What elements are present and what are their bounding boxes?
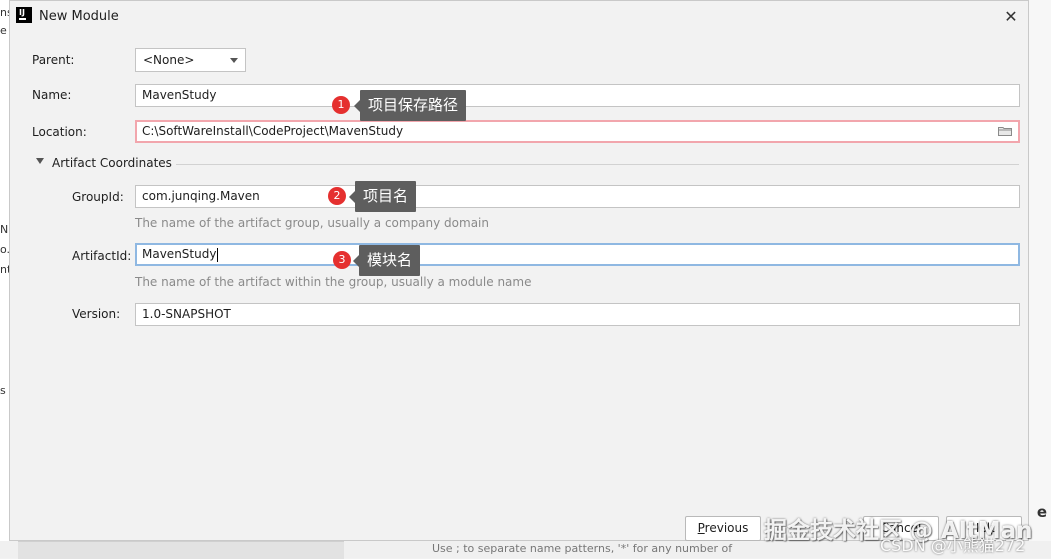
dialog-title: New Module bbox=[39, 9, 119, 24]
annotation-tooltip-1: 项目保存路径 bbox=[353, 90, 467, 121]
intellij-icon-text: IJ bbox=[19, 8, 25, 17]
bg-fragment: e bbox=[1036, 503, 1047, 521]
parent-select[interactable]: <None> bbox=[135, 48, 246, 72]
name-label: Name: bbox=[32, 88, 72, 102]
bg-fragment: s bbox=[0, 384, 6, 397]
collapse-triangle-icon[interactable] bbox=[36, 158, 44, 164]
bg-fragment: e bbox=[0, 24, 7, 37]
intellij-icon: IJ bbox=[16, 7, 32, 23]
groupid-field-value: com.junqing.Maven bbox=[142, 189, 260, 203]
annotation-badge-3: 3 bbox=[333, 251, 351, 269]
annotation-badge-1: 1 bbox=[332, 96, 350, 114]
artifact-coordinates-section[interactable]: Artifact Coordinates bbox=[52, 156, 172, 170]
title-bar[interactable]: IJ New Module ✕ bbox=[10, 1, 1028, 33]
bg-tab-fragment bbox=[18, 541, 344, 559]
previous-label: revious bbox=[704, 521, 749, 535]
previous-mnemonic: P bbox=[697, 521, 705, 535]
location-field-value: C:\SoftWareInstall\CodeProject\MavenStud… bbox=[142, 124, 404, 138]
parent-label: Parent: bbox=[32, 53, 75, 67]
parent-select-value: <None> bbox=[143, 53, 195, 67]
close-button[interactable]: ✕ bbox=[1000, 6, 1022, 28]
section-divider bbox=[176, 164, 1019, 165]
bg-hint-text: Use ; to separate name patterns, '*' for… bbox=[432, 542, 733, 555]
artifactid-hint: The name of the artifact within the grou… bbox=[135, 275, 532, 289]
previous-button[interactable]: Previous bbox=[685, 516, 761, 541]
background-ide-right-panel: e bbox=[1028, 0, 1051, 558]
artifactid-label: ArtifactId: bbox=[72, 249, 132, 263]
folder-icon[interactable] bbox=[998, 126, 1012, 136]
bg-fragment: N bbox=[0, 223, 9, 236]
version-field-value: 1.0-SNAPSHOT bbox=[142, 307, 231, 321]
text-caret bbox=[217, 247, 219, 262]
watermark-secondary: CSDN @小熊猫272 bbox=[880, 536, 1026, 555]
version-field[interactable]: 1.0-SNAPSHOT bbox=[135, 303, 1020, 326]
groupid-field[interactable]: com.junqing.Maven bbox=[135, 185, 1020, 208]
chevron-down-icon bbox=[230, 58, 238, 63]
annotation-tooltip-2: 项目名 bbox=[348, 181, 417, 212]
annotation-badge-2: 2 bbox=[328, 187, 346, 205]
groupid-label: GroupId: bbox=[72, 190, 124, 204]
artifactid-field-value: MavenStudy bbox=[142, 247, 217, 261]
location-field[interactable]: C:\SoftWareInstall\CodeProject\MavenStud… bbox=[135, 120, 1020, 143]
location-label: Location: bbox=[32, 125, 87, 139]
version-label: Version: bbox=[72, 307, 121, 321]
new-module-dialog: IJ New Module ✕ Parent: <None> Name: Mav… bbox=[9, 0, 1029, 541]
groupid-hint: The name of the artifact group, usually … bbox=[135, 216, 489, 230]
artifactid-field[interactable]: MavenStudy bbox=[135, 243, 1020, 266]
annotation-tooltip-3: 模块名 bbox=[352, 245, 421, 276]
name-field-value: MavenStudy bbox=[142, 88, 217, 102]
name-field[interactable]: MavenStudy bbox=[135, 84, 1020, 107]
